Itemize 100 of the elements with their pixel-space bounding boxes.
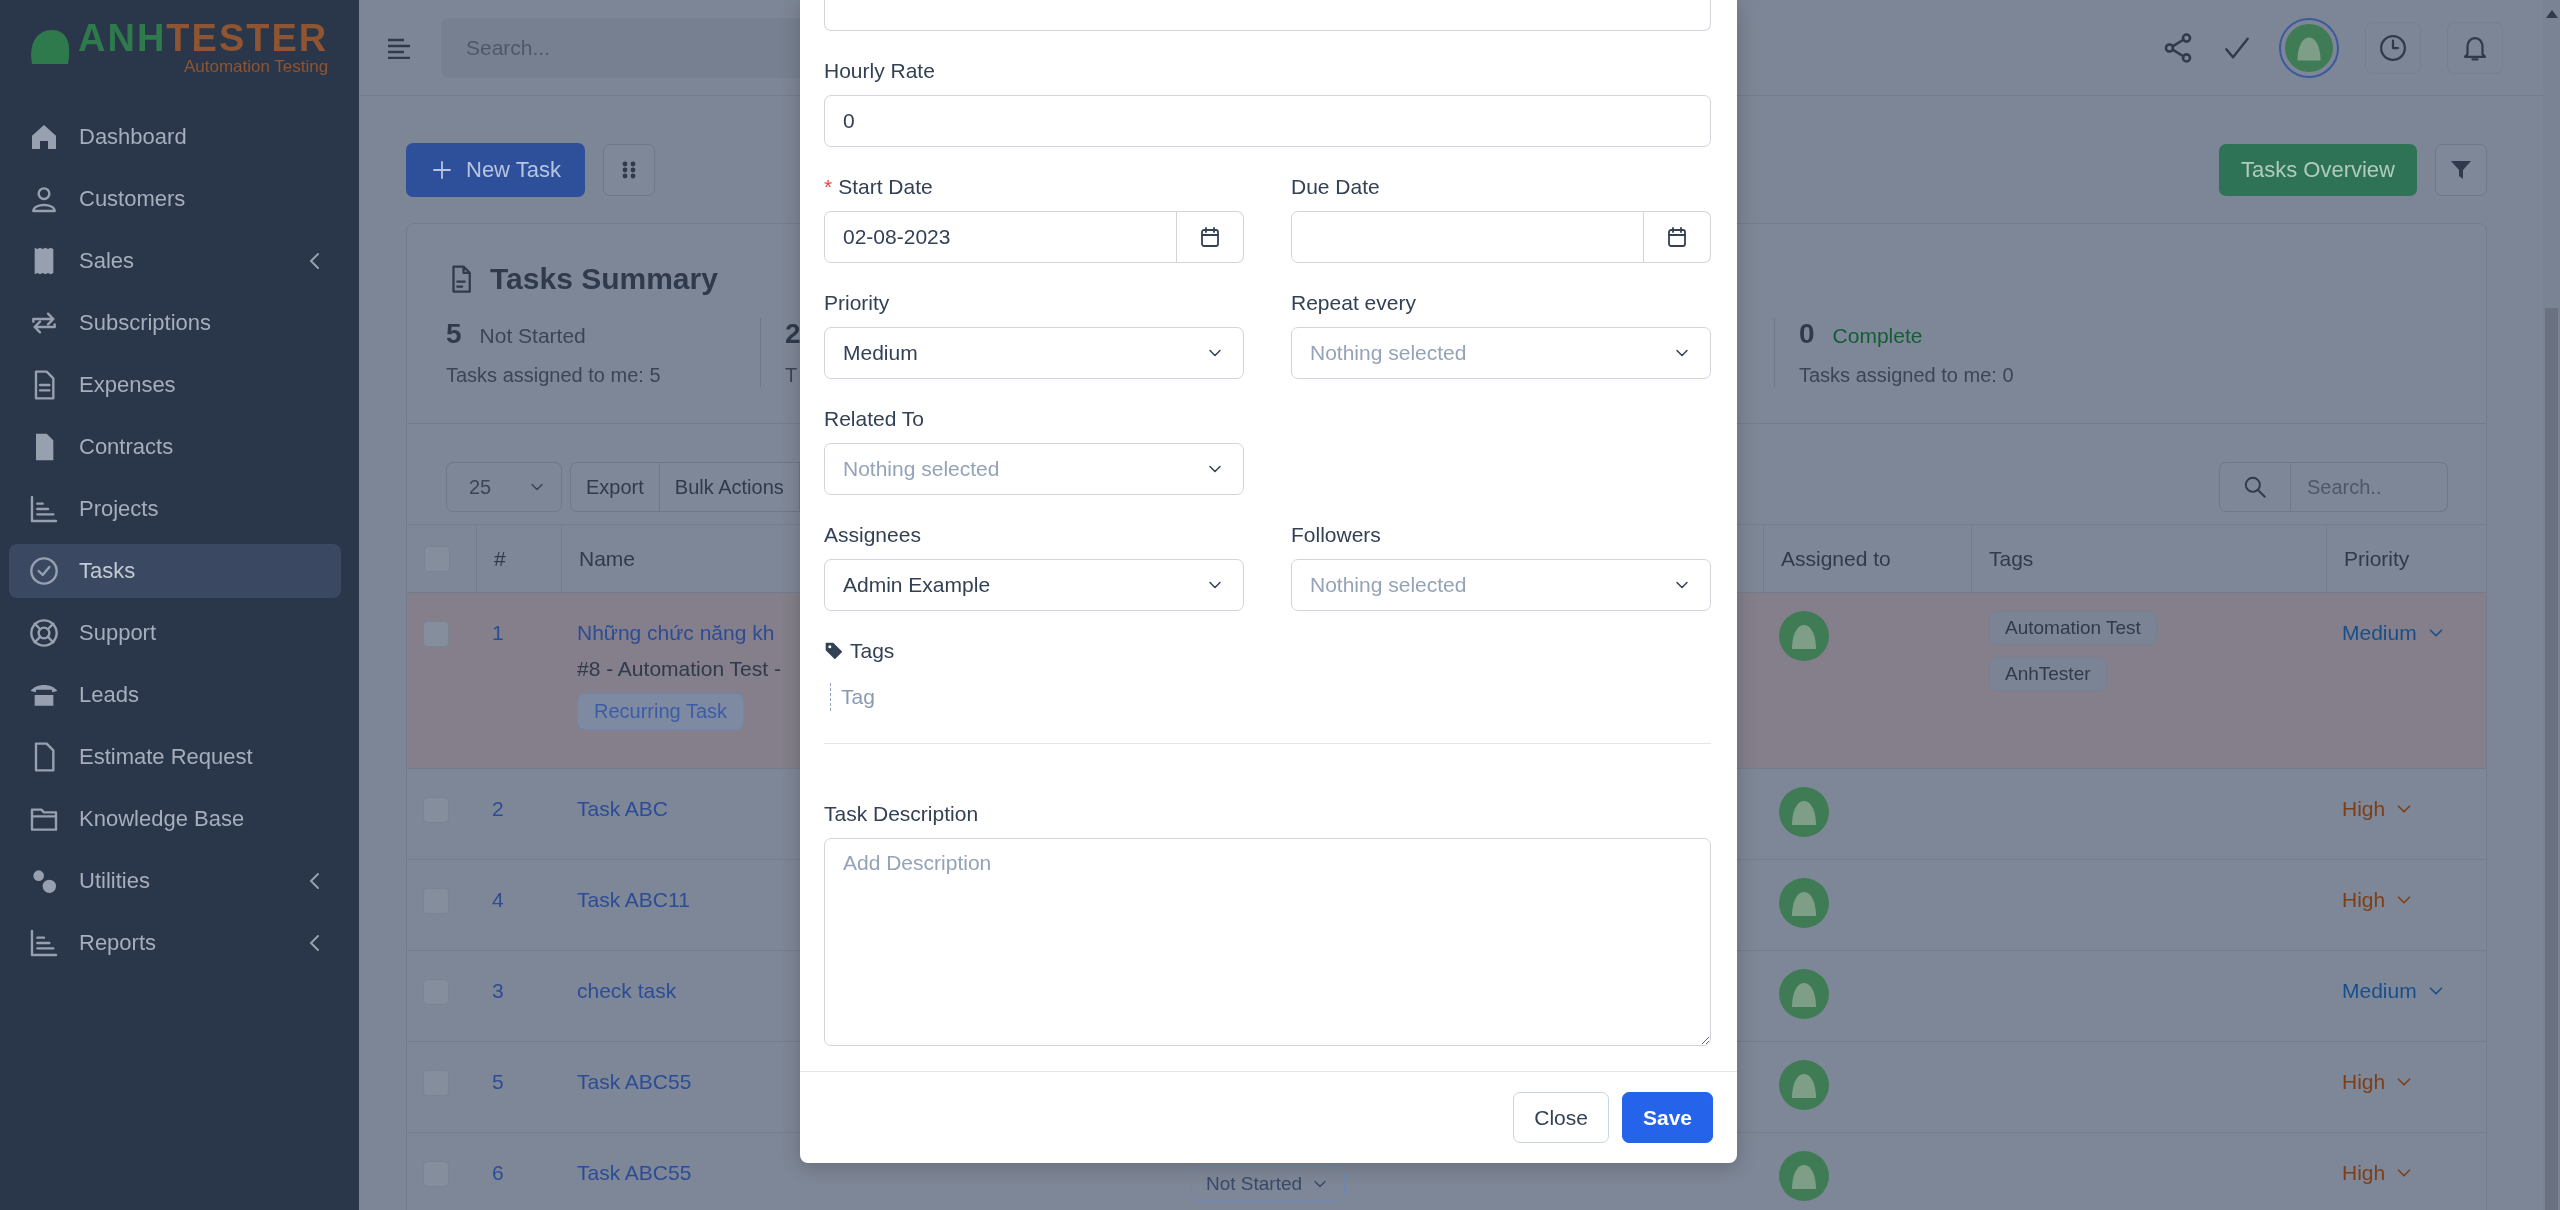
chart-icon [28, 493, 60, 525]
sidebar-item[interactable]: Tasks [9, 544, 341, 598]
assignee-avatar [1779, 787, 1829, 837]
stat-count: 2 [785, 318, 801, 350]
field-label: Repeat every [1291, 290, 1416, 316]
recurring-badge: Recurring Task [577, 693, 745, 730]
tasks-overview-button[interactable]: Tasks Overview [2218, 144, 2417, 196]
grid-view-button[interactable] [602, 144, 655, 196]
select-field[interactable]: Nothing selected [824, 443, 1244, 495]
assignee-avatar [1779, 611, 1829, 661]
input-field[interactable]: 0 [824, 95, 1711, 147]
stat-count: 5 [446, 318, 462, 350]
priority-dropdown[interactable]: Medium [2342, 621, 2447, 645]
calendar-icon [1665, 225, 1689, 249]
logo-tagline: Automation Testing [183, 56, 329, 77]
input-field[interactable] [824, 0, 1711, 31]
sidebar-item[interactable]: Dashboard [9, 110, 341, 164]
select-field[interactable]: Admin Example [824, 559, 1244, 611]
field-label: Related To [824, 406, 925, 432]
lifebuoy-icon [28, 617, 60, 649]
select-field[interactable]: Nothing selected [1291, 559, 1711, 611]
task-id-link[interactable]: 5 [492, 1070, 504, 1094]
stat-note: T [785, 364, 799, 387]
plus-icon [430, 158, 454, 182]
field-label: Tags [850, 638, 895, 664]
sidebar-item[interactable]: Support [9, 606, 341, 660]
priority-dropdown[interactable]: High [2342, 797, 2416, 821]
date-input[interactable]: 02-08-2023 [824, 211, 1177, 263]
bar-chart-icon [28, 927, 60, 959]
assignee-avatar [1779, 1060, 1829, 1110]
clock-icon [2378, 32, 2408, 63]
calendar-icon [1198, 225, 1222, 249]
required-mark: * [824, 174, 833, 200]
sidebar-item[interactable]: Subscriptions [9, 296, 341, 350]
sidebar-item[interactable]: Reports [9, 916, 341, 970]
tag-chip: Automation Test [1989, 611, 2157, 645]
priority-dropdown[interactable]: High [2342, 1070, 2416, 1094]
stat-label: Complete [1832, 324, 1923, 348]
task-name-link[interactable]: Task ABC55 [577, 1070, 692, 1094]
select-field[interactable]: Medium [824, 327, 1244, 379]
task-id-link[interactable]: 6 [492, 1161, 504, 1185]
tag-chip: AnhTester [1989, 657, 2107, 691]
sidebar-item[interactable]: Projects [9, 482, 341, 536]
stat-label: Not Started [479, 324, 586, 348]
logo-wordmark: ANHTESTER [78, 18, 329, 57]
sidebar-item[interactable]: Knowledge Base [9, 792, 341, 846]
tag-icon [824, 641, 844, 661]
sidebar-item[interactable]: Sales [9, 234, 341, 288]
filter-icon [2448, 158, 2474, 182]
stat-note: Tasks assigned to me: 0 [1799, 364, 2015, 387]
export-button[interactable]: Export [570, 462, 660, 512]
task-subtitle: #8 - Automation Test - [577, 657, 781, 681]
priority-dropdown[interactable]: High [2342, 888, 2416, 912]
sidebar-item[interactable]: Utilities [9, 854, 341, 908]
page-size-select[interactable]: 25 [446, 462, 562, 512]
new-task-button[interactable]: New Task [406, 143, 585, 197]
summary-title: Tasks Summary [490, 262, 718, 296]
stat-note: Tasks assigned to me: 5 [446, 364, 662, 387]
stat-count: 0 [1799, 318, 1815, 350]
select-field[interactable]: Nothing selected [1291, 327, 1711, 379]
bulk-actions-button[interactable]: Bulk Actions [659, 462, 800, 512]
priority-dropdown[interactable]: Medium [2342, 979, 2447, 1003]
menu-icon[interactable] [387, 36, 411, 59]
tag-input[interactable]: Tag [830, 683, 1051, 711]
calendar-button[interactable] [1644, 211, 1711, 263]
task-name-link[interactable]: Task ABC [577, 797, 669, 821]
status-dropdown[interactable]: Not Started [1191, 1167, 1346, 1201]
field-label: Priority [824, 290, 890, 316]
field-label: Task Description [824, 801, 979, 827]
field-label: Due Date [1291, 174, 1380, 200]
calendar-button[interactable] [1177, 211, 1244, 263]
description-field[interactable]: Add Description [824, 838, 1711, 1046]
task-name-link[interactable]: check task [577, 979, 677, 1003]
assignee-avatar [1779, 878, 1829, 928]
task-name-link[interactable]: Task ABC55 [577, 1161, 692, 1185]
filter-button[interactable] [2435, 144, 2487, 196]
sidebar-item[interactable]: Contracts [9, 420, 341, 474]
avatar [2285, 23, 2333, 72]
sidebar-item[interactable]: Customers [9, 172, 341, 226]
task-id-link[interactable]: 4 [492, 888, 504, 912]
task-id-link[interactable]: 2 [492, 797, 504, 821]
task-id-link[interactable]: 1 [492, 621, 504, 645]
check-circle-icon [28, 555, 60, 587]
task-name-link[interactable]: Task ABC11 [577, 888, 690, 912]
scroll-up-icon[interactable] [2545, 10, 2558, 18]
assignee-avatar [1779, 969, 1829, 1019]
search-icon [2242, 474, 2268, 500]
sidebar-item[interactable]: Estimate Request [9, 730, 341, 784]
sidebar-item[interactable]: Leads [9, 668, 341, 722]
save-button[interactable]: Save [1621, 1092, 1713, 1143]
date-input[interactable] [1291, 211, 1644, 263]
search-button[interactable] [2219, 462, 2291, 512]
close-button[interactable]: Close [1513, 1092, 1609, 1143]
field-label: Start Date [838, 174, 933, 200]
assignee-avatar [1779, 1151, 1829, 1201]
task-name-link[interactable]: Những chức năng kh [577, 621, 775, 645]
task-id-link[interactable]: 3 [492, 979, 504, 1003]
field-label: Followers [1291, 522, 1381, 548]
sidebar-item[interactable]: Expenses [9, 358, 341, 412]
priority-dropdown[interactable]: High [2342, 1161, 2416, 1185]
